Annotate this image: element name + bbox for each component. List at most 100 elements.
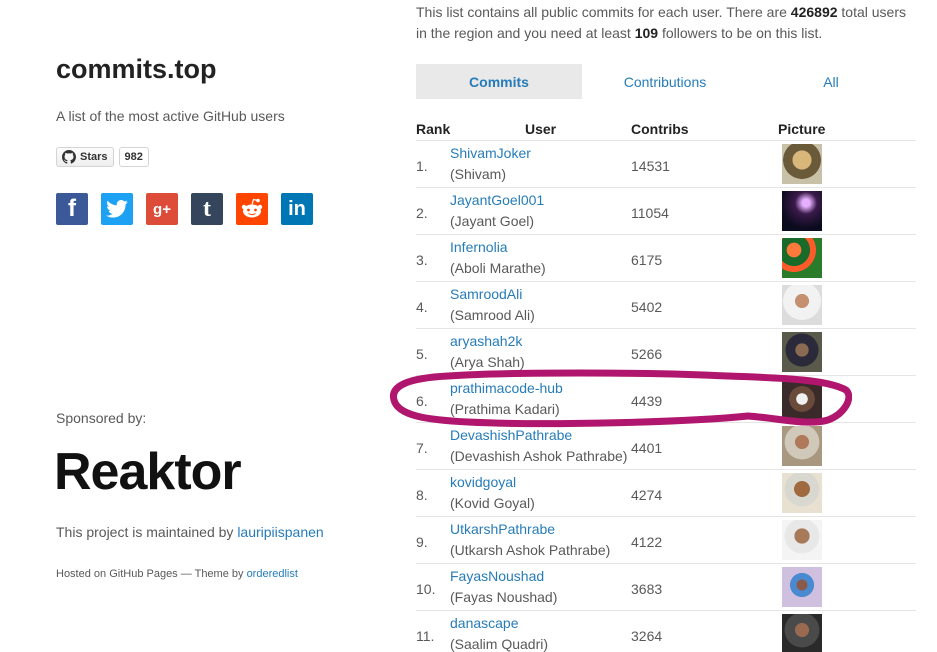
row-rank: 3.	[416, 252, 428, 268]
theme-author-link[interactable]: orderedlist	[247, 568, 298, 580]
avatar[interactable]	[782, 285, 822, 325]
table-row: 3. Infernolia (Aboli Marathe) 6175	[416, 235, 916, 282]
row-full-name: (Kovid Goyal)	[450, 495, 535, 511]
row-username-link[interactable]: kovidgoyal	[450, 474, 516, 490]
row-username-link[interactable]: ShivamJoker	[450, 145, 531, 161]
row-rank: 1.	[416, 158, 428, 174]
stars-count[interactable]: 982	[118, 147, 149, 167]
github-icon	[62, 150, 76, 164]
ranking-tabs: Commits Contributions All	[416, 64, 916, 99]
row-full-name: (Devashish Ashok Pathrabe)	[450, 448, 628, 464]
row-contribs: 4439	[631, 393, 663, 409]
header-contribs: Contribs	[631, 121, 689, 137]
row-contribs: 5266	[631, 346, 663, 362]
row-username-link[interactable]: DevashishPathrabe	[450, 427, 572, 443]
sponsored-label: Sponsored by:	[56, 410, 147, 426]
row-username-link[interactable]: UtkarshPathrabe	[450, 521, 555, 537]
linkedin-icon[interactable]: in	[281, 193, 313, 225]
row-full-name: (Prathima Kadari)	[450, 401, 560, 417]
row-username-link[interactable]: prathimacode-hub	[450, 380, 563, 396]
tab-commits[interactable]: Commits	[416, 64, 582, 99]
users-table: Rank User Contribs Picture 1. ShivamJoker…	[416, 121, 916, 652]
hosted-prefix: Hosted on GitHub Pages — Theme by	[56, 568, 247, 580]
table-header: Rank User Contribs Picture	[416, 121, 916, 141]
row-rank: 4.	[416, 299, 428, 315]
avatar[interactable]	[782, 473, 822, 513]
row-full-name: (Shivam)	[450, 166, 507, 182]
google-plus-icon[interactable]: g+	[146, 193, 178, 225]
row-full-name: (Aboli Marathe)	[450, 260, 546, 276]
maintainer-prefix: This project is maintained by	[56, 524, 238, 540]
row-username-link[interactable]: Infernolia	[450, 239, 508, 255]
github-stars-widget[interactable]: Stars 982	[56, 147, 149, 167]
row-full-name: (Samrood Ali)	[450, 307, 535, 323]
social-share-bar: f g+ t in	[56, 193, 326, 225]
maintainer-link[interactable]: lauripiispanen	[237, 524, 323, 540]
row-full-name: (Jayant Goel)	[450, 213, 535, 229]
site-title[interactable]: commits.top	[56, 54, 217, 85]
row-rank: 10.	[416, 581, 436, 597]
table-row: 7. DevashishPathrabe (Devashish Ashok Path…	[416, 423, 916, 470]
avatar[interactable]	[782, 379, 822, 419]
intro-part1: This list contains all public commits fo…	[416, 4, 791, 20]
row-contribs: 3264	[631, 628, 663, 644]
row-rank: 9.	[416, 534, 428, 550]
header-picture: Picture	[778, 121, 826, 137]
row-rank: 5.	[416, 346, 428, 362]
header-user: User	[525, 121, 557, 137]
row-contribs: 6175	[631, 252, 663, 268]
row-full-name: (Utkarsh Ashok Pathrabe)	[450, 542, 611, 558]
avatar[interactable]	[782, 520, 822, 560]
table-row: 9. UtkarshPathrabe (Utkarsh Ashok Pathrabe…	[416, 517, 916, 564]
site-description: A list of the most active GitHub users	[56, 108, 285, 124]
row-contribs: 4401	[631, 440, 663, 456]
row-username-link[interactable]: aryashah2k	[450, 333, 522, 349]
row-username-link[interactable]: danascape	[450, 615, 519, 631]
maintainer-note: This project is maintained by lauripiisp…	[56, 524, 324, 540]
avatar[interactable]	[782, 426, 822, 466]
row-contribs: 4274	[631, 487, 663, 503]
hosted-note: Hosted on GitHub Pages — Theme by ordere…	[56, 568, 298, 580]
facebook-icon[interactable]: f	[56, 193, 88, 225]
row-full-name: (Arya Shah)	[450, 354, 525, 370]
table-row: 1. ShivamJoker (Shivam) 14531	[416, 141, 916, 188]
row-rank: 6.	[416, 393, 428, 409]
row-full-name: (Saalim Quadri)	[450, 636, 549, 652]
table-row: 8. kovidgoyal (Kovid Goyal) 4274	[416, 470, 916, 517]
row-rank: 8.	[416, 487, 428, 503]
avatar[interactable]	[782, 567, 822, 607]
tab-all[interactable]: All	[748, 64, 914, 99]
twitter-icon[interactable]	[101, 193, 133, 225]
intro-part3: followers to be on this list.	[658, 25, 823, 41]
row-username-link[interactable]: FayasNoushad	[450, 568, 544, 584]
row-rank: 2.	[416, 205, 428, 221]
avatar[interactable]	[782, 614, 822, 652]
table-row: 5. aryashah2k (Arya Shah) 5266	[416, 329, 916, 376]
total-users: 426892	[790, 4, 838, 20]
min-followers: 109	[634, 25, 659, 41]
avatar[interactable]	[782, 238, 822, 278]
row-full-name: (Fayas Noushad)	[450, 589, 558, 605]
row-contribs: 4122	[631, 534, 663, 550]
header-rank: Rank	[416, 121, 451, 137]
avatar[interactable]	[782, 191, 822, 231]
tab-contributions[interactable]: Contributions	[582, 64, 748, 99]
row-rank: 7.	[416, 440, 428, 456]
reaktor-logo[interactable]: Reaktor	[54, 442, 242, 502]
row-username-link[interactable]: SamroodAli	[450, 286, 522, 302]
table-row: 10. FayasNoushad (Fayas Noushad) 3683	[416, 564, 916, 611]
table-body: 1. ShivamJoker (Shivam) 14531 2. JayantGoel00…	[416, 141, 916, 652]
stars-label: Stars	[80, 151, 108, 163]
table-row: 6. prathimacode-hub (Prathima Kadari) 4439	[416, 376, 916, 423]
row-contribs: 14531	[631, 158, 670, 174]
reddit-icon[interactable]	[236, 193, 268, 225]
avatar[interactable]	[782, 332, 822, 372]
github-stars-button[interactable]: Stars	[56, 147, 114, 167]
table-row: 4. SamroodAli (Samrood Ali) 5402	[416, 282, 916, 329]
row-contribs: 3683	[631, 581, 663, 597]
row-username-link[interactable]: JayantGoel001	[450, 192, 544, 208]
avatar[interactable]	[782, 144, 822, 184]
tumblr-icon[interactable]: t	[191, 193, 223, 225]
table-row: 2. JayantGoel001 (Jayant Goel) 11054	[416, 188, 916, 235]
row-rank: 11.	[416, 628, 435, 644]
